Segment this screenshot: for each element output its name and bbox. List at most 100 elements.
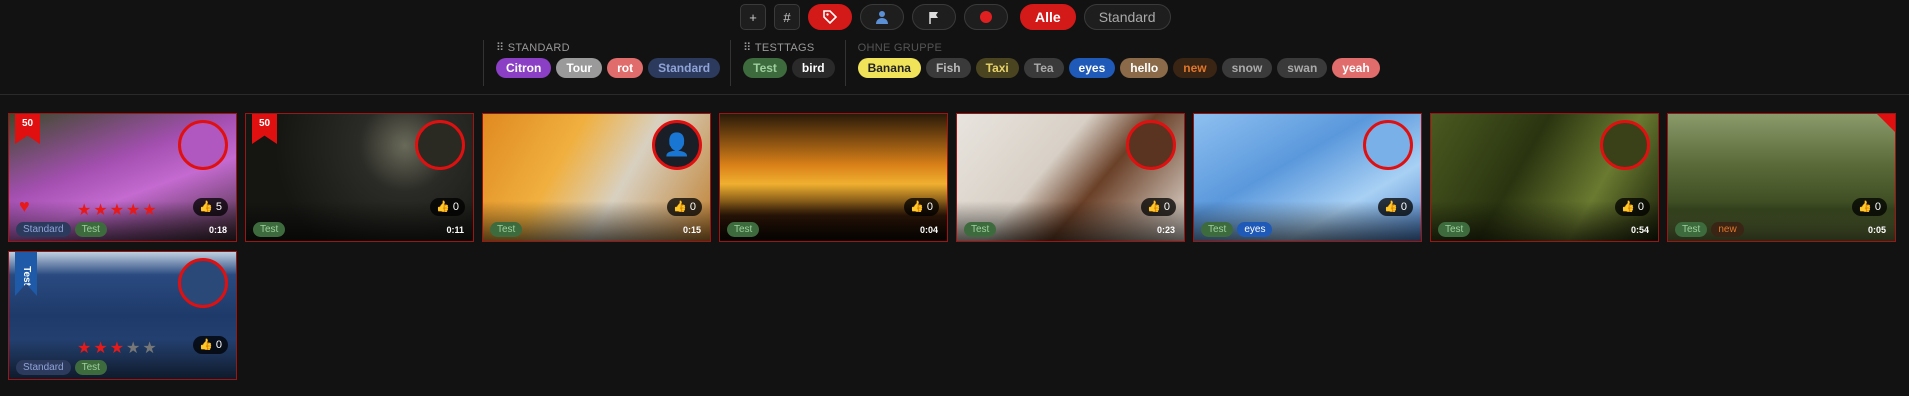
filter-chip[interactable]: Citron xyxy=(496,58,552,78)
star-icon[interactable]: ★ xyxy=(93,341,107,357)
star-icon[interactable]: ★ xyxy=(142,341,156,357)
avatar[interactable] xyxy=(415,120,465,170)
standard-button[interactable]: Standard xyxy=(1083,4,1171,30)
card-tag[interactable]: Test xyxy=(74,222,107,237)
filter-chip[interactable]: swan xyxy=(1277,58,1328,78)
star-icon[interactable]: ★ xyxy=(126,341,140,357)
like-count: 0 xyxy=(1400,201,1407,213)
filter-group-ohne: OHNE GRUPPE Banana Fish Taxi Tea eyes hello ne… xyxy=(844,40,1390,86)
filter-chip[interactable]: Tea xyxy=(1023,58,1064,78)
corner-marker xyxy=(1877,114,1895,132)
thumbs-up-icon: 👍 xyxy=(1621,201,1638,213)
tag-filter-button[interactable] xyxy=(808,4,852,30)
toolbar: + # Alle Standard xyxy=(740,4,1171,30)
filter-chip[interactable]: Fish xyxy=(925,58,971,78)
star-icon[interactable]: ★ xyxy=(110,203,124,219)
like-badge[interactable]: 👍 0 xyxy=(904,198,939,216)
duration-label: 0:04 xyxy=(919,225,938,235)
filter-chip[interactable]: Standard xyxy=(648,58,721,78)
like-badge[interactable]: 👍 0 xyxy=(430,198,465,216)
person-filter-button[interactable] xyxy=(860,4,904,30)
like-badge[interactable]: 👍 0 xyxy=(1852,198,1887,216)
thumbs-up-icon: 👍 xyxy=(199,201,216,213)
hash-icon: # xyxy=(783,9,791,25)
filter-chip[interactable]: Tour xyxy=(556,58,603,78)
filter-chip[interactable]: snow xyxy=(1221,58,1273,78)
media-card[interactable]: 👍 0 Test eyes xyxy=(1193,113,1422,242)
media-card[interactable]: 👤 👍 0 0:15 Test xyxy=(482,113,711,242)
hash-button[interactable]: # xyxy=(774,4,800,30)
like-count: 0 xyxy=(689,201,696,213)
like-count: 0 xyxy=(452,201,459,213)
star-icon[interactable]: ★ xyxy=(126,203,140,219)
alle-button[interactable]: Alle xyxy=(1020,4,1076,30)
duration-label: 0:11 xyxy=(446,225,464,235)
star-icon[interactable]: ★ xyxy=(93,203,107,219)
filter-group-standard: ⠿ STANDARD Citron Tour rot Standard xyxy=(483,40,730,86)
avatar[interactable] xyxy=(1600,120,1650,170)
card-tag[interactable]: Test xyxy=(1438,222,1471,237)
person-icon[interactable]: 👤 xyxy=(652,120,702,170)
star-rating[interactable]: ★ ★ ★ ★ ★ xyxy=(77,203,157,219)
like-badge[interactable]: 👍 0 xyxy=(1141,198,1176,216)
card-tags: Test eyes xyxy=(1201,222,1273,237)
filter-chip[interactable]: Taxi xyxy=(975,58,1019,78)
card-tag[interactable]: eyes xyxy=(1237,222,1273,237)
like-count: 0 xyxy=(215,339,222,351)
card-tag[interactable]: Test xyxy=(253,222,286,237)
star-icon[interactable]: ★ xyxy=(142,203,156,219)
like-count: 0 xyxy=(926,201,933,213)
filter-chip[interactable]: hello xyxy=(1120,58,1169,78)
avatar[interactable] xyxy=(178,120,228,170)
media-card[interactable]: 👍 0 0:05 Test new xyxy=(1667,113,1896,242)
avatar[interactable] xyxy=(1363,120,1413,170)
like-badge[interactable]: 👍 0 xyxy=(667,198,702,216)
card-tags: Standard Test xyxy=(16,360,107,375)
star-icon[interactable]: ★ xyxy=(77,341,91,357)
media-card[interactable]: 👍 0 0:04 Test xyxy=(719,113,948,242)
avatar[interactable] xyxy=(1126,120,1176,170)
media-card[interactable]: Test ★ ★ ★ ★ ★ 👍 0 Standard Test xyxy=(8,251,237,380)
media-card[interactable]: 50 👍 0 0:11 Test xyxy=(245,113,474,242)
card-tag[interactable]: Test xyxy=(1675,222,1708,237)
card-tag[interactable]: Test xyxy=(1201,222,1234,237)
filter-group-testtags: ⠿ TESTTAGS Test bird xyxy=(730,40,844,86)
filter-chip[interactable]: bird xyxy=(791,58,835,78)
card-tag[interactable]: Standard xyxy=(16,360,71,375)
like-badge[interactable]: 👍 0 xyxy=(1615,198,1650,216)
star-icon[interactable]: ★ xyxy=(77,203,91,219)
group-chips: Citron Tour rot Standard xyxy=(496,58,721,78)
duration-label: 0:05 xyxy=(1867,225,1886,235)
star-icon[interactable]: ★ xyxy=(110,341,124,357)
star-rating[interactable]: ★ ★ ★ ★ ★ xyxy=(77,341,157,357)
card-tag[interactable]: Test xyxy=(490,222,523,237)
card-tags: Test xyxy=(727,222,760,237)
media-card[interactable]: 👍 0 0:23 Test xyxy=(956,113,1185,242)
card-tag[interactable]: Test xyxy=(74,360,107,375)
flag-filter-button[interactable] xyxy=(912,4,956,30)
filter-chip[interactable]: eyes xyxy=(1068,58,1116,78)
filter-chip[interactable]: Banana xyxy=(857,58,921,78)
add-button[interactable]: + xyxy=(740,4,766,30)
like-badge[interactable]: 👍 0 xyxy=(193,336,228,354)
like-count: 0 xyxy=(1163,201,1170,213)
card-tag[interactable]: Test xyxy=(964,222,997,237)
avatar[interactable] xyxy=(178,258,228,308)
filter-chip[interactable]: rot xyxy=(607,58,644,78)
card-tag[interactable]: new xyxy=(1711,222,1744,237)
filter-chip[interactable]: Test xyxy=(743,58,787,78)
record-filter-button[interactable] xyxy=(964,4,1008,30)
heart-icon[interactable]: ♥ xyxy=(19,196,30,217)
thumbs-up-icon: 👍 xyxy=(199,339,216,351)
like-badge[interactable]: 👍 5 xyxy=(193,198,228,216)
like-count: 0 xyxy=(1874,201,1881,213)
group-title: OHNE GRUPPE xyxy=(857,42,943,54)
filter-chip[interactable]: new xyxy=(1173,58,1217,78)
card-tag[interactable]: Test xyxy=(727,222,760,237)
like-badge[interactable]: 👍 0 xyxy=(1378,198,1413,216)
media-card[interactable]: 50 ♥ ★ ★ ★ ★ ★ 👍 5 0:18 Standard Test xyxy=(8,113,237,242)
filter-chip[interactable]: yeah xyxy=(1332,58,1380,78)
card-tag[interactable]: Standard xyxy=(16,222,71,237)
group-chips: Banana Fish Taxi Tea eyes hello new snow swan yea… xyxy=(857,58,1380,78)
media-card[interactable]: 👍 0 0:54 Test xyxy=(1430,113,1659,242)
